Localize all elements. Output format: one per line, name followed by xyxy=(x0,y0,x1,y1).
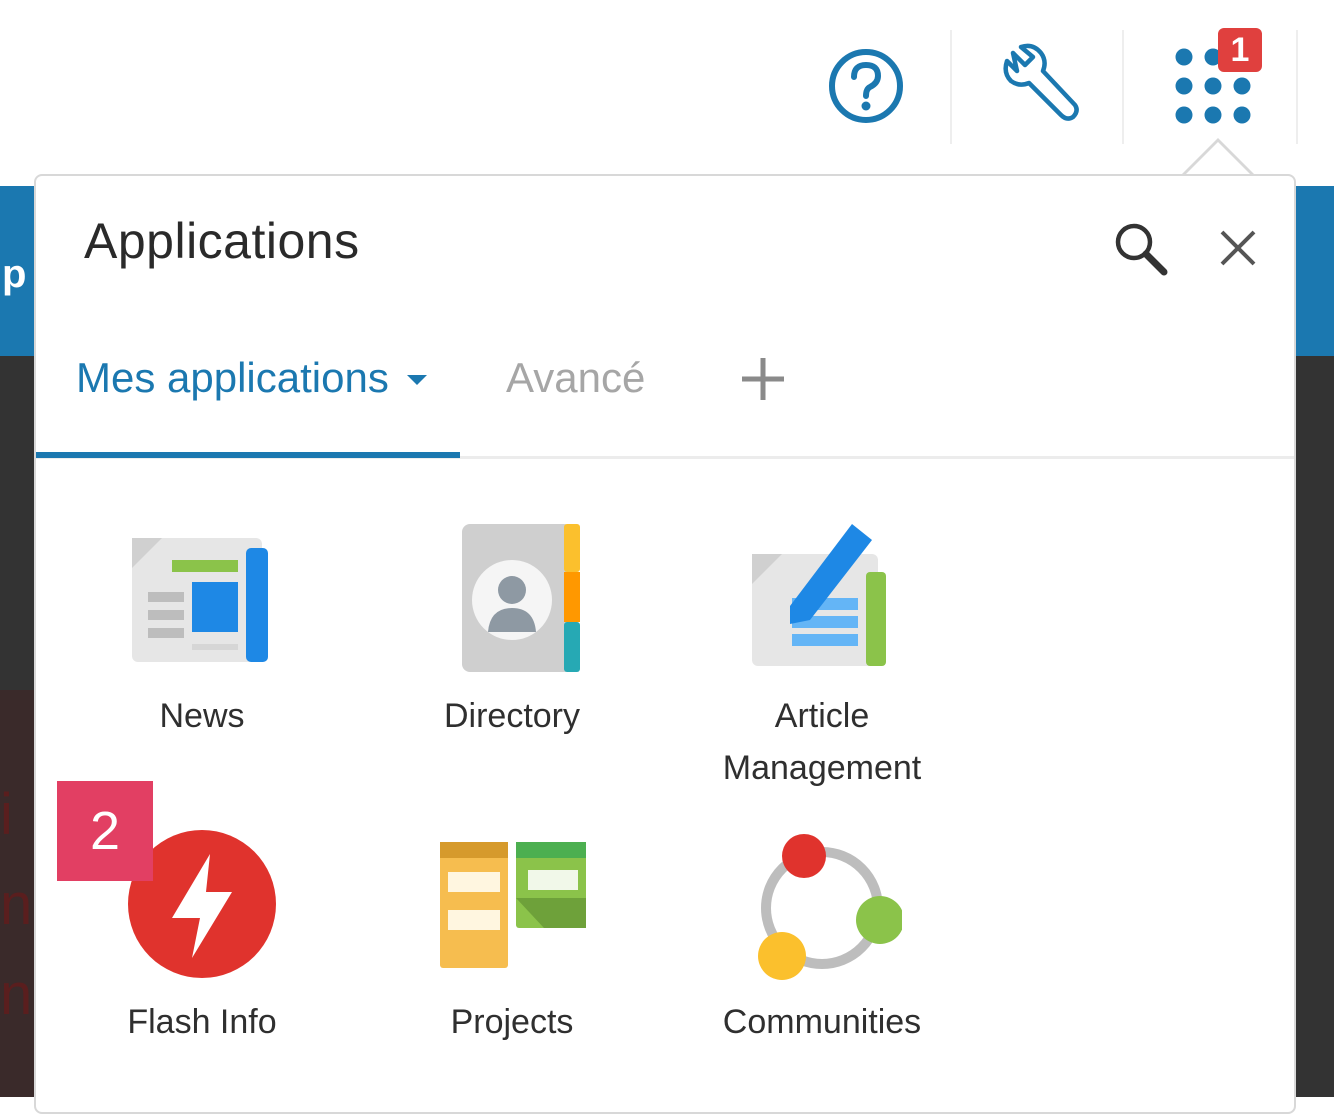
app-tile-projects[interactable]: Projects xyxy=(367,826,657,1048)
background-text: n xyxy=(0,962,33,1027)
tools-button[interactable] xyxy=(996,36,1084,136)
help-button[interactable] xyxy=(824,36,908,136)
news-icon xyxy=(132,538,268,662)
tab-bar: Mes applications Avancé xyxy=(36,334,1294,459)
background-text: i xyxy=(0,782,13,847)
search-icon xyxy=(1115,223,1168,276)
app-label: News xyxy=(159,697,245,735)
app-label: Communities xyxy=(722,1003,922,1041)
caret-down-icon[interactable] xyxy=(406,375,427,385)
close-button[interactable] xyxy=(1208,218,1268,278)
applications-popover: Applications Mes applications Avancé New… xyxy=(34,174,1296,1114)
toolbar-divider xyxy=(1122,30,1124,144)
popover-arrow-inner xyxy=(1184,142,1252,176)
toolbar-divider xyxy=(1296,30,1298,144)
app-label: Flash Info xyxy=(127,1003,277,1041)
projects-icon xyxy=(440,842,586,968)
app-label: Projects xyxy=(450,1003,574,1041)
communities-icon xyxy=(758,834,904,980)
help-icon xyxy=(829,49,903,123)
app-label: Directory xyxy=(443,697,581,735)
app-tile-communities[interactable]: Communities xyxy=(677,826,967,1048)
add-tab-button[interactable] xyxy=(736,352,790,406)
article-management-icon xyxy=(752,524,886,666)
plus-icon xyxy=(742,358,784,400)
step-badge: 2 xyxy=(57,781,153,881)
background-text: n xyxy=(0,872,33,937)
active-tab-indicator xyxy=(36,452,460,458)
app-label: Article Management xyxy=(722,697,922,787)
notification-badge: 1 xyxy=(1218,28,1262,72)
tab-label: Avancé xyxy=(506,354,646,401)
tab-mes-applications[interactable]: Mes applications xyxy=(76,354,427,402)
app-tile-directory[interactable]: Directory xyxy=(367,520,657,742)
app-tile-article-management[interactable]: Article Management xyxy=(677,520,967,794)
wrench-icon xyxy=(1003,43,1079,121)
background-content: i n n xyxy=(0,690,34,1097)
app-tile-news[interactable]: News xyxy=(57,520,347,742)
tab-avance[interactable]: Avancé xyxy=(506,354,645,402)
directory-icon xyxy=(462,524,580,672)
close-icon xyxy=(1220,230,1256,266)
background-text: p xyxy=(2,252,27,296)
tab-label: Mes applications xyxy=(76,354,389,401)
search-button[interactable] xyxy=(1108,216,1172,280)
popover-title: Applications xyxy=(84,213,360,269)
toolbar-divider xyxy=(950,30,952,144)
top-bar xyxy=(0,0,1334,186)
